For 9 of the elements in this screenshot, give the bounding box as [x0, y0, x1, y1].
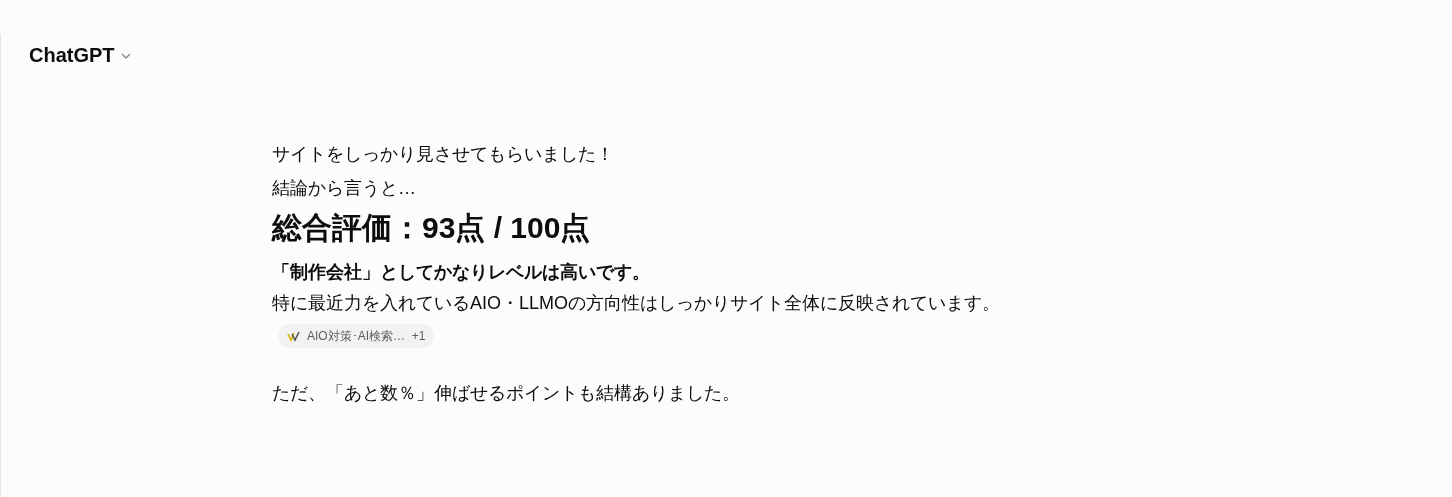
check-mark-icon — [287, 330, 301, 342]
score-heading: 総合評価：93点 / 100点 — [272, 210, 592, 246]
message-paragraph: サイトをしっかり見させてもらいました！ — [272, 143, 615, 166]
message-paragraph: 結論から言うと… — [272, 177, 417, 200]
citation-chip[interactable]: AIO対策･AI検索… +1 — [278, 324, 435, 348]
model-title[interactable]: ChatGPT — [29, 40, 115, 70]
bold-paragraph: 「制作会社」としてかなりレベルは高いです。 — [272, 261, 651, 284]
message-paragraph: 特に最近力を入れているAIO・LLMOの方向性はしっかりサイト全体に反映されています。 — [272, 292, 1002, 315]
message-paragraph: ただ、「あと数％」伸ばせるポイントも結構ありました。 — [272, 382, 741, 405]
